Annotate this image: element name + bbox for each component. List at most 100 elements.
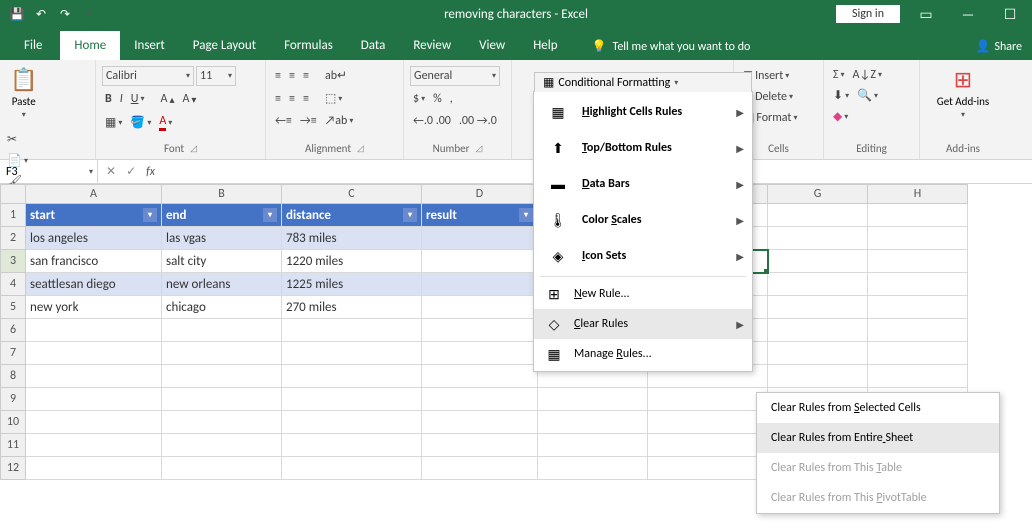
cell[interactable]: los angeles bbox=[26, 227, 162, 250]
cell[interactable] bbox=[162, 365, 282, 388]
cell[interactable] bbox=[538, 457, 648, 480]
fx-icon[interactable]: fx bbox=[146, 165, 155, 179]
cell[interactable]: 1220 miles bbox=[282, 250, 422, 273]
filter-dropdown-icon[interactable]: ▾ bbox=[403, 208, 417, 222]
column-header[interactable]: B bbox=[162, 184, 282, 204]
cell[interactable] bbox=[162, 434, 282, 457]
row-header[interactable]: 9 bbox=[0, 388, 26, 411]
cell[interactable] bbox=[162, 388, 282, 411]
submenu-item[interactable]: Clear Rules from Entire Sheet bbox=[757, 423, 999, 453]
cell[interactable] bbox=[422, 250, 538, 273]
wrap-text-button[interactable]: ab↵ bbox=[322, 66, 350, 85]
submenu-item[interactable]: Clear Rules from Selected Cells bbox=[757, 393, 999, 423]
increase-decimal-button[interactable]: ←.0 .00 bbox=[410, 112, 454, 130]
filter-dropdown-icon[interactable]: ▾ bbox=[263, 208, 277, 222]
cell[interactable]: 783 miles bbox=[282, 227, 422, 250]
cell[interactable] bbox=[648, 411, 768, 434]
get-addins-button[interactable]: ⊞ Get Add-ins ▾ bbox=[924, 62, 1002, 124]
cell[interactable] bbox=[768, 250, 868, 273]
cell[interactable] bbox=[26, 388, 162, 411]
minimize-icon[interactable]: — bbox=[952, 2, 984, 26]
cell[interactable]: distance▾ bbox=[282, 204, 422, 227]
ribbon-display-icon[interactable]: ▭ bbox=[910, 2, 942, 26]
dialog-launcher-icon[interactable]: ◿ bbox=[190, 143, 197, 154]
cf-menu-item[interactable]: ⬆Top/Bottom Rules▶ bbox=[534, 130, 752, 166]
cell[interactable] bbox=[538, 411, 648, 434]
font-size-select[interactable]: 11▾ bbox=[196, 66, 236, 86]
cell[interactable] bbox=[26, 342, 162, 365]
sort-filter-button[interactable]: A↓Z▾ bbox=[850, 66, 885, 84]
dialog-launcher-icon[interactable]: ◿ bbox=[357, 143, 364, 154]
share-button[interactable]: 👤 Share bbox=[965, 33, 1032, 60]
cell[interactable]: san francisco bbox=[26, 250, 162, 273]
find-select-button[interactable]: 🔍▾ bbox=[854, 86, 881, 105]
cell[interactable] bbox=[422, 227, 538, 250]
column-header[interactable]: D bbox=[422, 184, 538, 204]
bold-button[interactable]: B bbox=[102, 90, 115, 108]
cell[interactable]: chicago bbox=[162, 296, 282, 319]
cell[interactable] bbox=[422, 296, 538, 319]
cell[interactable]: end▾ bbox=[162, 204, 282, 227]
row-header[interactable]: 4 bbox=[0, 273, 26, 296]
number-format-select[interactable]: General▾ bbox=[410, 66, 500, 86]
cut-button[interactable]: ✂ bbox=[4, 130, 31, 149]
cf-menu-item[interactable]: 🌡Color Scales▶ bbox=[534, 202, 752, 238]
cell[interactable] bbox=[422, 342, 538, 365]
dialog-launcher-icon[interactable]: ◿ bbox=[475, 143, 482, 154]
save-icon[interactable]: 💾 bbox=[8, 5, 26, 23]
cell[interactable] bbox=[768, 204, 868, 227]
cell[interactable] bbox=[868, 227, 968, 250]
paste-button[interactable]: 📋 Paste ▾ bbox=[4, 62, 43, 124]
cell[interactable] bbox=[26, 457, 162, 480]
cell[interactable] bbox=[162, 411, 282, 434]
cell[interactable] bbox=[282, 434, 422, 457]
cell[interactable] bbox=[282, 319, 422, 342]
cell[interactable] bbox=[768, 319, 868, 342]
tab-formulas[interactable]: Formulas bbox=[270, 31, 347, 60]
enter-formula-icon[interactable]: ✓ bbox=[126, 164, 136, 179]
qat-customize-icon[interactable]: ▾ bbox=[80, 5, 98, 23]
cf-menu-item[interactable]: ◈Icon Sets▶ bbox=[534, 238, 752, 274]
align-right-button[interactable]: ≡ bbox=[300, 90, 312, 108]
font-color-button[interactable]: A▾ bbox=[156, 112, 175, 133]
cell[interactable]: salt city bbox=[162, 250, 282, 273]
tab-page-layout[interactable]: Page Layout bbox=[179, 31, 270, 60]
row-header[interactable]: 2 bbox=[0, 227, 26, 250]
cell[interactable] bbox=[422, 434, 538, 457]
tab-review[interactable]: Review bbox=[399, 31, 465, 60]
clear-button[interactable]: ◆▾ bbox=[830, 107, 851, 126]
align-left-button[interactable]: ≡ bbox=[272, 90, 284, 108]
cell[interactable] bbox=[868, 250, 968, 273]
cell[interactable] bbox=[282, 411, 422, 434]
filter-dropdown-icon[interactable]: ▾ bbox=[143, 208, 157, 222]
accounting-format-button[interactable]: $ ▾ bbox=[410, 90, 428, 108]
borders-button[interactable]: ▦▾ bbox=[102, 113, 125, 132]
align-top-button[interactable]: ≡ bbox=[272, 67, 284, 85]
cell[interactable] bbox=[162, 457, 282, 480]
cell[interactable] bbox=[868, 342, 968, 365]
cf-menu-item[interactable]: ▦Highlight Cells Rules▶ bbox=[534, 94, 752, 130]
column-header[interactable]: C bbox=[282, 184, 422, 204]
cell[interactable] bbox=[648, 457, 768, 480]
filter-dropdown-icon[interactable]: ▾ bbox=[519, 208, 533, 222]
cell[interactable]: seattlesan diego bbox=[26, 273, 162, 296]
tab-data[interactable]: Data bbox=[347, 31, 400, 60]
cell[interactable] bbox=[422, 365, 538, 388]
cell[interactable] bbox=[422, 411, 538, 434]
redo-icon[interactable]: ↷ bbox=[56, 5, 74, 23]
tell-me-search[interactable]: 💡 Tell me what you want to do bbox=[584, 33, 759, 60]
cancel-formula-icon[interactable]: ✕ bbox=[106, 164, 116, 179]
italic-button[interactable]: I bbox=[117, 90, 126, 108]
tab-view[interactable]: View bbox=[465, 31, 519, 60]
fill-button[interactable]: ⬇▾ bbox=[830, 86, 852, 105]
maximize-icon[interactable]: ☐ bbox=[994, 2, 1026, 26]
tab-insert[interactable]: Insert bbox=[120, 31, 179, 60]
cell[interactable] bbox=[868, 273, 968, 296]
row-header[interactable]: 7 bbox=[0, 342, 26, 365]
row-header[interactable]: 1 bbox=[0, 204, 26, 227]
align-center-button[interactable]: ≡ bbox=[286, 90, 298, 108]
decrease-decimal-button[interactable]: .00 →.0 bbox=[456, 112, 500, 130]
tab-home[interactable]: Home bbox=[60, 31, 120, 60]
cell[interactable] bbox=[648, 434, 768, 457]
cell[interactable] bbox=[538, 388, 648, 411]
